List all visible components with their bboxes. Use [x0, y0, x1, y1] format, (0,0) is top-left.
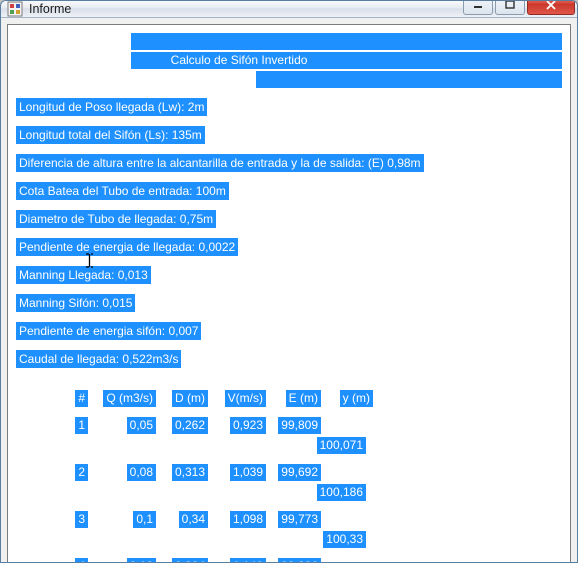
table-row: 2 0,08 0,313 1,039 99,692 — [16, 462, 562, 481]
param-line: Longitud de Poso llegada (Lw): 2m — [16, 98, 207, 116]
table-body: 1 0,05 0,262 0,923 99,809 100,071 2 0,08 0,313 1,… — [16, 407, 562, 563]
table-cell: 0,923 — [230, 417, 266, 434]
param-line: Caudal de llegada: 0,522m3/s — [16, 350, 181, 368]
report-window: Informe Calculo de — [0, 0, 578, 563]
table-header-cell: V(m/s) — [225, 390, 266, 407]
table-cell-y: 100,071 — [317, 437, 366, 454]
table-cell: 4 — [75, 558, 88, 563]
results-table: # Q (m3/s) D (m) V(m/s) E (m) y (m) 1 0,05 0,26… — [16, 388, 562, 563]
table-cell: 2 — [75, 464, 88, 481]
table-header-cell: D (m) — [172, 390, 208, 407]
param-line: Diferencia de altura entre la alcantaril… — [16, 154, 424, 172]
table-row: 4 0,12 0,364 1,149 99,886 — [16, 556, 562, 563]
param-line: Manning Sifón: 0,015 — [16, 294, 135, 312]
table-cell: 0,08 — [127, 464, 156, 481]
table-cell-y: 100,33 — [323, 531, 366, 548]
report-body[interactable]: Calculo de Sifón Invertido Longitud de P… — [7, 24, 571, 563]
title-pad-top — [131, 33, 562, 50]
minimize-button[interactable] — [463, 0, 493, 15]
table-row: 1 0,05 0,262 0,923 99,809 — [16, 415, 562, 434]
table-cell: 1,098 — [230, 511, 266, 528]
table-cell: 0,05 — [127, 417, 156, 434]
param-line: Cota Batea del Tubo de entrada: 100m — [16, 182, 229, 200]
table-header-row: # Q (m3/s) D (m) V(m/s) E (m) y (m) — [16, 388, 562, 407]
table-cell: 1 — [75, 417, 88, 434]
param-line: Diametro de Tubo de llegada: 0,75m — [16, 210, 216, 228]
table-row-y: 100,071 — [16, 435, 562, 454]
table-cell: 99,809 — [278, 417, 321, 434]
table-row: 3 0,1 0,34 1,098 99,773 — [16, 509, 562, 528]
table-header-cell: Q (m3/s) — [103, 390, 156, 407]
table-cell: 3 — [75, 511, 88, 528]
maximize-button[interactable] — [495, 0, 525, 15]
table-cell: 99,692 — [278, 464, 321, 481]
table-cell: 0,262 — [172, 417, 208, 434]
table-cell: 1,039 — [230, 464, 266, 481]
table-cell: 0,313 — [172, 464, 208, 481]
table-header-cell: y (m) — [340, 390, 373, 407]
table-cell: 99,886 — [278, 558, 321, 563]
table-cell: 1,149 — [230, 558, 266, 563]
table-row-y: 100,33 — [16, 529, 562, 548]
report-title-block: Calculo de Sifón Invertido — [131, 33, 562, 88]
table-header-cell: E (m) — [286, 390, 321, 407]
titlebar[interactable]: Informe — [1, 1, 577, 18]
app-icon — [7, 1, 23, 17]
parameter-list: Longitud de Poso llegada (Lw): 2m Longitu… — [16, 96, 562, 368]
table-cell: 0,12 — [127, 558, 156, 563]
close-button[interactable] — [527, 0, 575, 15]
table-cell: 0,34 — [179, 511, 208, 528]
param-line: Longitud total del Sifón (Ls): 135m — [16, 126, 205, 144]
table-row-y: 100,186 — [16, 482, 562, 501]
param-line: Pendiente de energia sifón: 0,007 — [16, 322, 201, 340]
table-cell-y: 100,186 — [317, 484, 366, 501]
title-pad-bottom — [256, 71, 562, 88]
window-controls — [461, 0, 575, 15]
table-header-cell: # — [75, 390, 88, 407]
window-title: Informe — [29, 2, 71, 16]
table-cell: 0,1 — [133, 511, 156, 528]
param-line: Pendiente de energia de llegada: 0,0022 — [16, 238, 238, 256]
param-line: Manning Llegada: 0,013 — [16, 266, 151, 284]
table-cell: 0,364 — [172, 558, 208, 563]
table-cell: 99,773 — [278, 511, 321, 528]
report-title: Calculo de Sifón Invertido — [131, 52, 562, 69]
